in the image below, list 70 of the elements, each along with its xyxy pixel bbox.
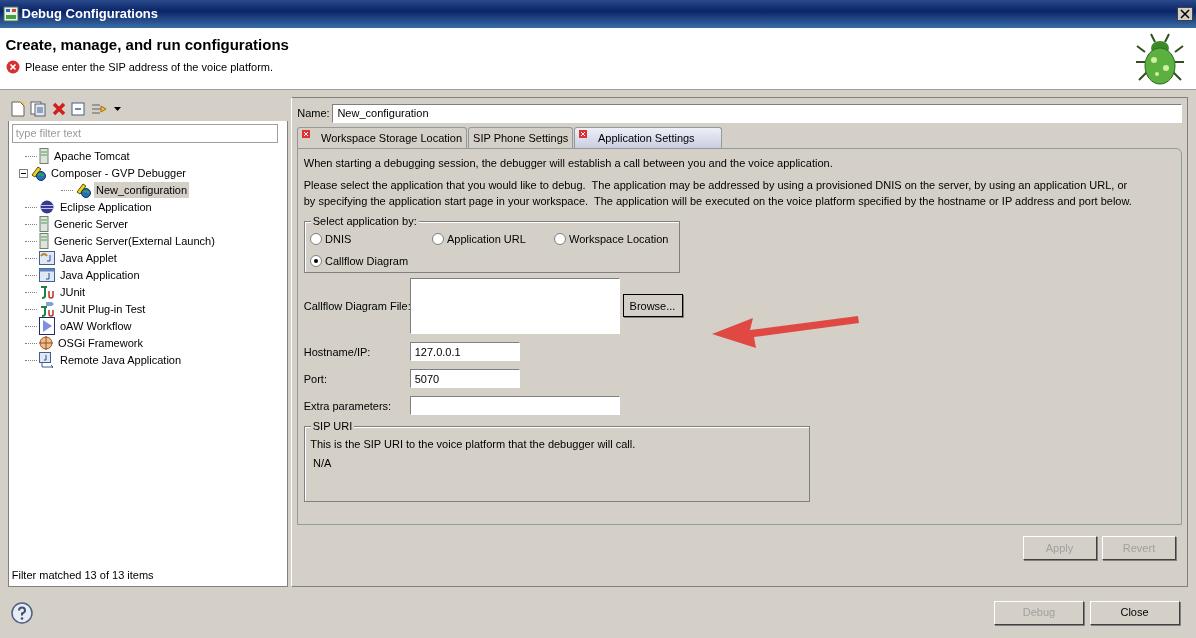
intro-text: When starting a debugging session, the debugger will establish a call between you and the voice application. [303,155,834,171]
help-icon[interactable] [11,601,33,624]
radio-button[interactable] [310,254,323,267]
collapse-toggle[interactable] [18,168,28,178]
filter-status: Filter matched 13 of 13 items [10,567,155,583]
name-field[interactable]: New_configuration [332,103,1182,123]
bug-drawing [1134,32,1185,88]
collapse-all-icon[interactable] [71,102,86,116]
tree-item[interactable]: JUnit Plug-in Test [58,300,148,318]
sphere-icon [39,200,56,214]
tree-item[interactable]: Generic Server(External Launch) [52,232,217,250]
tree-item[interactable]: Java Application [58,266,142,284]
field-label: Hostname/IP: [303,344,372,360]
text-field[interactable]: 5070 [409,369,520,389]
text-field[interactable] [409,396,620,416]
field-label: Extra parameters: [303,398,393,414]
radio-button[interactable] [432,233,445,246]
tree-item[interactable]: New_configuration [94,181,190,199]
error-message: Please enter the SIP address of the voice platform. [25,59,274,75]
tree-item[interactable]: Remote Java Application [58,351,184,369]
plugin-test-icon [39,301,56,317]
server-icon [39,148,50,164]
remote-window-icon [39,352,56,368]
sip-uri-value: N/A [312,455,333,471]
description-text: Please select the application that you would like to debug. The application may be addressed by using a provisioned DNIS on the server, by using an application URL, or by specifying the application start page in your workspace. The application will be executed on the voice platform specified by the hostname or IP address and port below. [303,177,1133,209]
text-field[interactable]: 127.0.0.1 [409,342,520,362]
browse-button[interactable]: Browse... [622,294,683,318]
tab[interactable]: Workspace Storage Location [297,126,468,148]
test-icon [39,285,56,299]
sip-description: This is the SIP URI to the voice platform that the debugger will call. [310,436,637,452]
dialog-button[interactable]: Close [1089,600,1180,625]
tree-item[interactable]: Generic Server [52,215,130,233]
radio-button[interactable] [310,233,323,246]
header-title: Create, manage, and run configurations [5,34,290,55]
new-config-icon[interactable] [10,101,25,117]
tree-item[interactable]: Composer - GVP Debugger [49,164,188,182]
caret-icon[interactable] [114,107,122,111]
tree-item[interactable]: Eclipse Application [58,198,154,216]
phone-globe-icon [75,182,92,198]
server-icon [39,233,50,249]
window-title: Debug Configurations [21,5,159,24]
name-label: Name: [297,105,330,121]
delete-icon[interactable] [51,102,66,116]
applet-icon [39,251,56,265]
tab[interactable]: SIP Phone Settings [468,126,574,148]
tree-item[interactable]: Java Applet [58,249,119,267]
radio-button[interactable] [554,233,567,246]
tree-item[interactable]: JUnit [58,283,88,301]
tree-item[interactable]: OSGi Framework [56,334,145,352]
tab[interactable]: Application Settings [574,126,722,148]
window-icon [39,268,56,282]
play-icon [39,317,56,335]
radio-label[interactable]: Application URL [447,231,526,248]
filter-field[interactable]: type filter text [11,123,278,143]
duplicate-icon[interactable] [30,101,47,117]
error-icon [5,60,20,74]
radio-label[interactable]: Workspace Location [569,231,669,248]
radio-label[interactable]: Callflow Diagram [325,252,409,269]
file-field[interactable] [409,278,620,335]
app-icon [2,6,19,22]
tree-item[interactable]: Apache Tomcat [52,147,132,165]
field-label: Port: [303,371,328,387]
field-label: Callflow Diagram File: [303,299,410,314]
close-icon[interactable] [1177,7,1194,21]
tree-item[interactable]: oAW Workflow [58,317,134,335]
crosshair-icon [39,336,54,350]
radio-label[interactable]: DNIS [325,231,352,248]
filter-icon[interactable] [90,101,109,117]
server-icon [39,216,50,232]
phone-globe-icon [30,165,47,181]
